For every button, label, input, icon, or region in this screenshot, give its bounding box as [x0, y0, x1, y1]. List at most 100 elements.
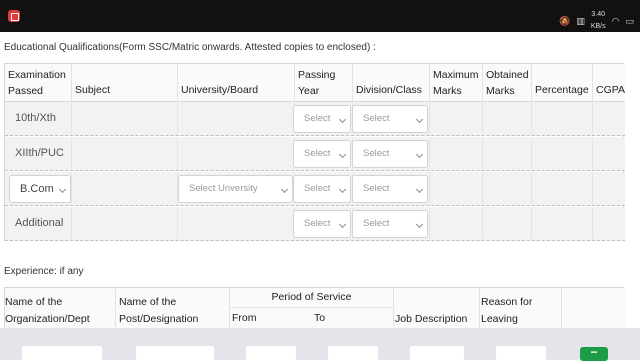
- col-obt-label-1: Obtained: [486, 69, 529, 81]
- exam-passed-input[interactable]: XIIth/PUC: [5, 138, 71, 169]
- col-post-label-1: Name of the: [119, 296, 177, 308]
- chevron-down-icon: [338, 185, 347, 194]
- exam-passed-input[interactable]: Additional: [5, 208, 71, 239]
- vibrate-icon: ▥: [576, 16, 585, 26]
- percentage-input[interactable]: [531, 103, 592, 134]
- max-marks-input[interactable]: [429, 208, 482, 239]
- subject-input[interactable]: [71, 138, 177, 169]
- cgpa-input[interactable]: [592, 103, 625, 134]
- cgpa-input[interactable]: [592, 208, 625, 239]
- col-cgpa: CGPA: [592, 64, 625, 102]
- division-select[interactable]: Select: [352, 175, 428, 203]
- board-input[interactable]: [177, 208, 294, 239]
- passing-year-select[interactable]: Select: [293, 175, 351, 203]
- max-marks-input[interactable]: [429, 103, 482, 134]
- passing-year-select[interactable]: Select: [293, 210, 351, 238]
- exam-passed-select[interactable]: B.Com: [9, 175, 71, 203]
- division-select[interactable]: Select: [352, 210, 428, 238]
- obtained-marks-input[interactable]: [482, 208, 531, 239]
- col-cgpa-label: CGPA: [596, 84, 625, 96]
- exam-passed-input[interactable]: 10th/Xth: [5, 103, 71, 134]
- division-select[interactable]: Select: [352, 105, 428, 133]
- col-passing-year: Passing Year: [294, 64, 352, 102]
- youtube-app-icon: [8, 10, 20, 22]
- col-year-label-1: Passing: [298, 69, 336, 81]
- division-value: Select: [363, 148, 390, 159]
- table-row: XIIth/PUC Select Select: [5, 137, 625, 171]
- passing-year-value: Select: [304, 218, 331, 229]
- passing-year-select[interactable]: Select: [293, 105, 351, 133]
- cgpa-input[interactable]: [592, 138, 625, 169]
- battery-icon: ▭: [625, 16, 634, 26]
- experience-header: Name of the Organization/Dept Name of th…: [5, 288, 625, 329]
- to-date-input[interactable]: [328, 346, 378, 360]
- col-organization: Name of the Organization/Dept: [5, 288, 115, 329]
- chevron-down-icon: [415, 220, 424, 229]
- passing-year-value: Select: [304, 113, 331, 124]
- chevron-down-icon: [58, 185, 67, 194]
- designation-input[interactable]: [136, 346, 214, 360]
- passing-year-select[interactable]: Select: [293, 140, 351, 168]
- subject-input[interactable]: [71, 103, 177, 134]
- chevron-down-icon: [415, 150, 424, 159]
- organization-input[interactable]: [22, 346, 102, 360]
- table-row: Additional Select Select: [5, 207, 625, 241]
- job-description-input[interactable]: [410, 346, 464, 360]
- passing-year-value: Select: [304, 183, 331, 194]
- experience-table: Name of the Organization/Dept Name of th…: [4, 287, 625, 329]
- table-row: 10th/Xth Select Select: [5, 102, 625, 136]
- col-org-label-1: Name of the: [5, 296, 63, 308]
- experience-title: Experience: if any: [4, 266, 84, 277]
- col-to-label: To: [314, 312, 326, 324]
- obtained-marks-input[interactable]: [482, 173, 531, 204]
- subject-input[interactable]: [71, 173, 177, 204]
- chevron-down-icon: [338, 220, 347, 229]
- division-select[interactable]: Select: [352, 140, 428, 168]
- reason-input[interactable]: [496, 346, 546, 360]
- board-input[interactable]: [177, 138, 294, 169]
- col-division-label: Division/Class: [356, 84, 422, 96]
- exam-passed-value: B.Com: [20, 183, 54, 195]
- col-job-label: Job Description: [395, 313, 468, 325]
- col-board-label: University/Board: [181, 84, 259, 96]
- col-reason-label-2: Leaving: [481, 313, 518, 325]
- division-value: Select: [363, 218, 390, 229]
- col-from-label: From: [232, 312, 257, 324]
- chevron-down-icon: [415, 185, 424, 194]
- col-post-label-2: Post/Designation: [119, 313, 199, 325]
- period-label: Period of Service: [230, 288, 393, 308]
- max-marks-input[interactable]: [429, 173, 482, 204]
- col-subject: Subject: [71, 64, 177, 102]
- percentage-input[interactable]: [531, 173, 592, 204]
- col-year-label-2: Year: [298, 85, 320, 97]
- percentage-input[interactable]: [531, 208, 592, 239]
- chevron-down-icon: [338, 150, 347, 159]
- chevron-down-icon: [415, 115, 424, 124]
- passing-year-value: Select: [304, 148, 331, 159]
- col-max-label-1: Maximum: [433, 69, 479, 81]
- qualifications-table: Examination Passed Subject University/Bo…: [4, 63, 625, 241]
- university-value: Select Unversity: [189, 183, 258, 194]
- system-icons: 🔕 ▥ 3.40 KB/s ◠ ▭: [559, 9, 634, 33]
- percentage-input[interactable]: [531, 138, 592, 169]
- col-reason-label-1: Reason for: [481, 296, 533, 308]
- university-select[interactable]: Select Unversity: [178, 175, 293, 203]
- col-exam-passed: Examination Passed: [5, 64, 71, 102]
- from-date-input[interactable]: [246, 346, 296, 360]
- network-speed: 3.40 KB/s: [591, 9, 606, 33]
- subject-input[interactable]: [71, 208, 177, 239]
- mute-icon: 🔕: [559, 16, 571, 26]
- obtained-marks-input[interactable]: [482, 103, 531, 134]
- obtained-marks-input[interactable]: [482, 138, 531, 169]
- remove-row-button[interactable]: −: [580, 346, 608, 361]
- col-exam-label-2: Passed: [8, 85, 44, 97]
- board-input[interactable]: [177, 103, 294, 134]
- col-obtained-marks: Obtained Marks: [482, 64, 531, 102]
- max-marks-input[interactable]: [429, 138, 482, 169]
- table-row: B.Com Select Unversity Select Select: [5, 172, 625, 206]
- col-percentage: Percentage: [531, 64, 592, 102]
- status-bar: 🔕 ▥ 3.40 KB/s ◠ ▭: [0, 0, 640, 32]
- cgpa-input[interactable]: [592, 173, 625, 204]
- col-obt-label-2: Marks: [486, 85, 515, 97]
- col-job-description: Job Description: [393, 288, 479, 329]
